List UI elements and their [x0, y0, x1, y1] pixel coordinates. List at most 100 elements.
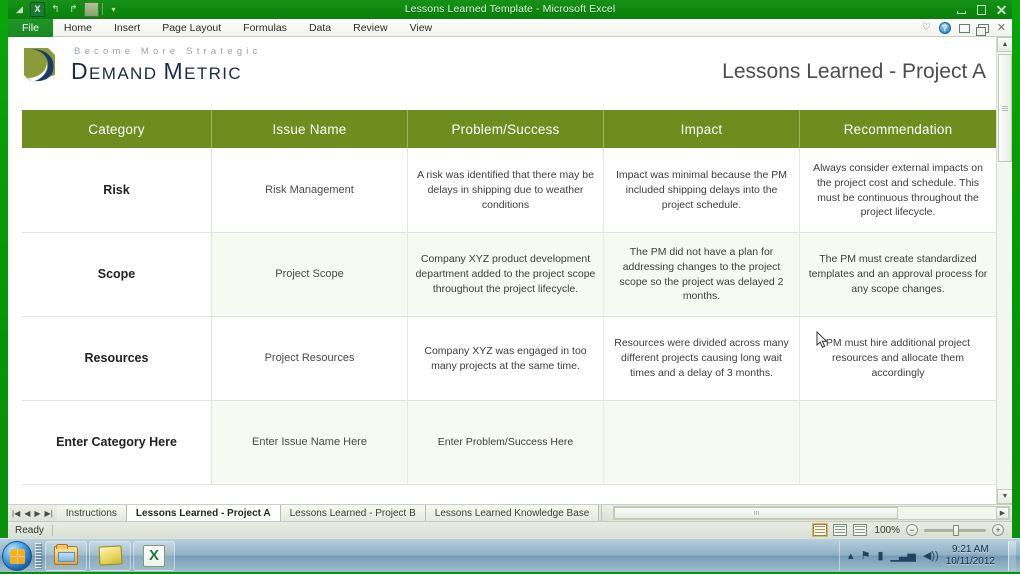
taskbar-excel[interactable]	[133, 540, 175, 571]
cell-problem-success[interactable]: Company XYZ was engaged in too many proj…	[408, 317, 604, 401]
table-row[interactable]: Resources Project Resources Company XYZ …	[22, 317, 996, 401]
cell-category[interactable]: Risk	[22, 149, 212, 233]
normal-view-button[interactable]	[812, 523, 828, 537]
tray-action-center-icon[interactable]: ⚑	[861, 549, 871, 562]
vertical-scroll-thumb[interactable]	[998, 54, 1012, 162]
status-bar-right[interactable]: 100% − +	[812, 523, 1012, 537]
sheet-tab-lessons-learned-project-b[interactable]: Lessons Learned - Project B	[280, 505, 426, 522]
qat-dropdown-icon[interactable]: ◢	[12, 2, 27, 17]
tray-volume-icon[interactable]: ◀))	[923, 549, 939, 562]
maximize-button[interactable]	[975, 4, 988, 16]
zoom-out-button[interactable]: −	[906, 524, 918, 536]
zoom-slider-thumb[interactable]	[953, 524, 959, 536]
horizontal-scrollbar[interactable]: ▶	[613, 506, 1010, 520]
undo-icon[interactable]: ↰	[48, 2, 63, 17]
horizontal-scroll-thumb[interactable]	[614, 507, 899, 519]
tab-home[interactable]: Home	[53, 19, 103, 37]
scroll-down-button[interactable]: ▼	[997, 489, 1012, 504]
close-workbook-icon[interactable]: ✕	[997, 19, 1006, 37]
customize-qat-icon[interactable]: ▾	[106, 2, 121, 17]
heart-icon[interactable]: ♡	[922, 19, 931, 37]
page-layout-view-button[interactable]	[833, 524, 847, 536]
brand-emand: EMAND	[89, 63, 164, 83]
tab-view[interactable]: View	[399, 19, 444, 37]
table-row[interactable]: Risk Risk Management A risk was identifi…	[22, 149, 996, 233]
scroll-up-button[interactable]: ▲	[997, 37, 1012, 52]
column-header-impact[interactable]: Impact	[604, 110, 800, 149]
taskbar-explorer[interactable]	[45, 540, 87, 571]
column-header-recommendation[interactable]: Recommendation	[800, 110, 996, 149]
show-desktop-button[interactable]	[1008, 540, 1016, 571]
cell-problem-success[interactable]: Company XYZ product development departme…	[408, 233, 604, 317]
cell-issue-name[interactable]: Project Scope	[212, 233, 408, 317]
window-title: Lessons Learned Template - Microsoft Exc…	[404, 3, 616, 15]
prev-sheet-button[interactable]: ◀	[24, 505, 30, 522]
worksheet-area[interactable]: Become More Strategic DEMAND METRIC Less…	[8, 37, 1012, 504]
cell-category[interactable]: Scope	[22, 233, 212, 317]
first-sheet-button[interactable]: |◀	[12, 505, 20, 522]
tray-overflow-icon[interactable]: ▴	[848, 549, 854, 562]
taskbar-notepad[interactable]	[89, 540, 131, 571]
tray-network-icon[interactable]: ▮	[877, 549, 883, 562]
taskbar-clock[interactable]: 9:21 AM 10/11/2012	[946, 544, 999, 568]
column-header-issue-name[interactable]: Issue Name	[212, 110, 408, 149]
sheet-tab-lessons-learned-knowledge-base[interactable]: Lessons Learned Knowledge Base	[425, 505, 600, 522]
ribbon-right-controls[interactable]: ♡ ? ✕	[922, 19, 1006, 37]
zoom-level-label[interactable]: 100%	[873, 525, 900, 536]
zoom-slider[interactable]	[924, 524, 986, 536]
cell-category[interactable]: Resources	[22, 317, 212, 401]
sheet-tab-instructions[interactable]: Instructions	[56, 505, 127, 522]
help-icon[interactable]: ?	[938, 22, 951, 34]
cell-issue-name[interactable]: Enter Issue Name Here	[212, 401, 408, 485]
sheet-tab-bar[interactable]: |◀ ◀ ▶ ▶| Instructions Lessons Learned -…	[8, 504, 1012, 522]
cell-impact[interactable]	[604, 401, 800, 485]
tab-data[interactable]: Data	[298, 19, 342, 37]
excel-app-icon[interactable]	[30, 1, 45, 17]
lessons-learned-table: Category Issue Name Problem/Success Impa…	[22, 110, 996, 485]
cell-impact[interactable]: The PM did not have a plan for addressin…	[604, 233, 800, 317]
cell-impact[interactable]: Resources were divided across many diffe…	[604, 317, 800, 401]
table-row[interactable]: Scope Project Scope Company XYZ product …	[22, 233, 996, 317]
quick-access-toolbar[interactable]: ◢ ↰ ↱ ▾	[12, 1, 121, 17]
restore-ribbon-icon[interactable]	[958, 23, 970, 33]
tab-page-layout[interactable]: Page Layout	[151, 19, 232, 37]
last-sheet-button[interactable]: ▶|	[45, 505, 53, 522]
next-sheet-button[interactable]: ▶	[34, 505, 40, 522]
cell-issue-name[interactable]: Project Resources	[212, 317, 408, 401]
cell-category[interactable]: Enter Category Here	[22, 401, 212, 485]
sheet-tab-lessons-learned-project-a[interactable]: Lessons Learned - Project A	[126, 505, 281, 522]
cell-problem-success[interactable]: Enter Problem/Success Here	[408, 401, 604, 485]
cell-impact[interactable]: Impact was minimal because the PM includ…	[604, 149, 800, 233]
cell-recommendation[interactable]: PM must hire additional project resource…	[800, 317, 996, 401]
tray-signal-icon[interactable]: ▁▃▅	[891, 549, 916, 562]
redo-icon[interactable]: ↱	[66, 2, 81, 17]
sheet-nav-buttons[interactable]: |◀ ◀ ▶ ▶|	[8, 505, 57, 521]
close-button[interactable]	[995, 4, 1008, 16]
tab-insert[interactable]: Insert	[103, 19, 151, 37]
cell-recommendation[interactable]: The PM must create standardized template…	[800, 233, 996, 317]
cell-issue-name[interactable]: Risk Management	[212, 149, 408, 233]
system-tray[interactable]: ▴ ⚑ ▮ ▁▃▅ ◀)) 9:21 AM 10/11/2012	[839, 540, 1020, 571]
scroll-right-button[interactable]: ▶	[996, 507, 1009, 519]
tab-review[interactable]: Review	[342, 19, 398, 37]
column-header-problem-success[interactable]: Problem/Success	[408, 110, 604, 149]
page-break-preview-button[interactable]	[853, 524, 867, 536]
window-controls[interactable]	[955, 2, 1008, 17]
zoom-in-button[interactable]: +	[992, 524, 1004, 536]
table-row[interactable]: Enter Category Here Enter Issue Name Her…	[22, 401, 996, 485]
save-icon[interactable]	[84, 1, 99, 17]
tab-file[interactable]: File	[8, 19, 53, 37]
column-header-category[interactable]: Category	[22, 110, 212, 149]
tab-split-handle[interactable]	[601, 505, 612, 521]
taskbar-grip[interactable]	[35, 542, 42, 569]
cell-recommendation[interactable]	[800, 401, 996, 485]
start-button[interactable]	[2, 540, 32, 571]
vertical-scrollbar[interactable]: ▲ ▼	[996, 37, 1012, 504]
windows-taskbar[interactable]: ▴ ⚑ ▮ ▁▃▅ ◀)) 9:21 AM 10/11/2012	[0, 538, 1020, 572]
minimize-button[interactable]	[955, 4, 968, 16]
ribbon-tab-strip[interactable]: File Home Insert Page Layout Formulas Da…	[8, 19, 1012, 37]
cell-recommendation[interactable]: Always consider external impacts on the …	[800, 149, 996, 233]
cell-problem-success[interactable]: A risk was identified that there may be …	[408, 149, 604, 233]
restore-window-icon[interactable]	[975, 23, 989, 36]
tab-formulas[interactable]: Formulas	[232, 19, 298, 37]
